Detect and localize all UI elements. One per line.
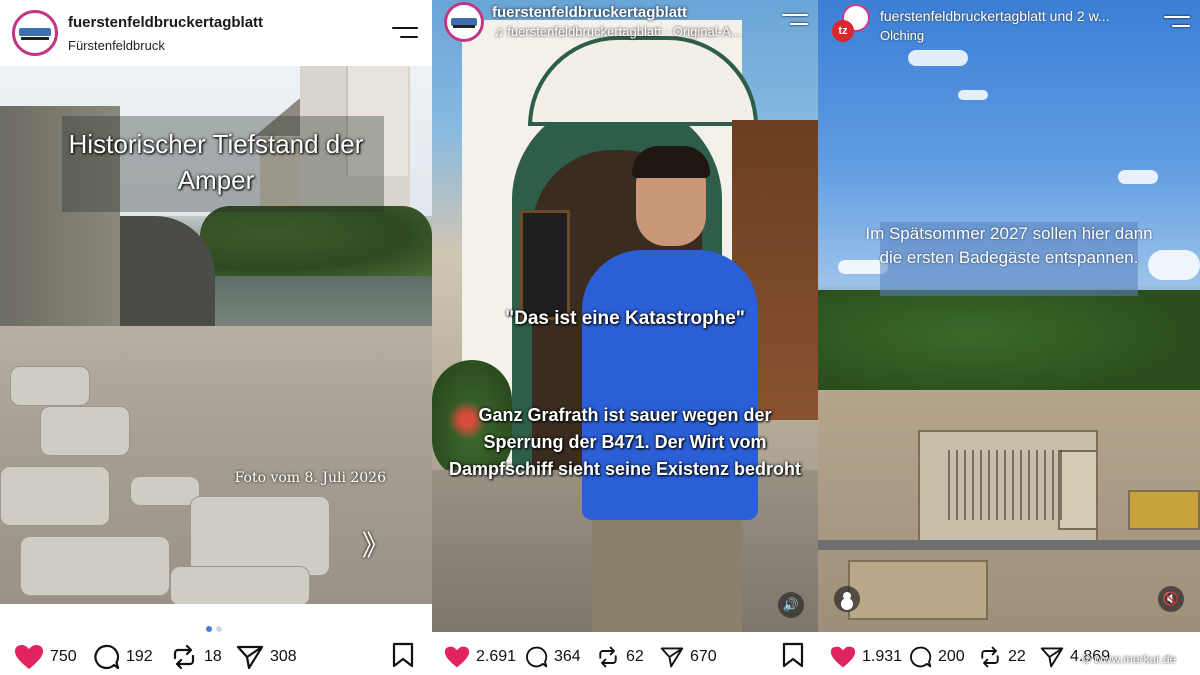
instagram-posts-collage: fuerstenfeldbruckertagblatt Fürstenfeldb…: [0, 0, 1200, 675]
watermark: © www.merkur.de: [1082, 652, 1177, 666]
menu-icon[interactable]: [1164, 16, 1190, 30]
tagged-people-icon[interactable]: [834, 586, 860, 612]
comment-icon: [910, 646, 932, 668]
share-button[interactable]: 308: [236, 644, 297, 670]
send-icon: [236, 645, 264, 670]
comment-icon: [526, 646, 548, 668]
post-panel-3: Im Spätsommer 2027 sollen hier dann die …: [818, 0, 1200, 675]
heart-icon: [15, 645, 43, 669]
comment-count: 200: [938, 648, 965, 665]
share-button[interactable]: 670: [660, 644, 717, 670]
repost-count: 22: [1008, 648, 1026, 665]
repost-icon: [599, 646, 617, 668]
repost-button[interactable]: 22: [978, 644, 1026, 670]
carousel-dot-active: [206, 626, 212, 632]
volume-icon[interactable]: 🔊: [778, 592, 804, 618]
username-line: fuerstenfeldbruckertagblatt und 2 w...: [880, 8, 1110, 24]
bookmark-icon[interactable]: [392, 642, 414, 668]
like-count: 2.691: [476, 648, 517, 665]
video-caption: Ganz Grafrath ist sauer wegen der Sperru…: [448, 405, 802, 479]
repost-button[interactable]: 18: [170, 644, 222, 670]
heart-icon: [830, 646, 856, 668]
share-count: 308: [270, 648, 297, 665]
audio-label[interactable]: ♫ fuerstenfeldbruckertagblatt · Original…: [494, 24, 741, 39]
comment-count: 364: [554, 648, 581, 665]
repost-icon: [981, 646, 999, 668]
username[interactable]: fuerstenfeldbruckertagblatt: [880, 8, 1046, 24]
tz-badge: tz: [832, 20, 854, 42]
comment-icon: [94, 644, 120, 670]
username[interactable]: fuerstenfeldbruckertagblatt: [68, 14, 263, 31]
post-image[interactable]: Historischer Tiefstand der Amper Foto vo…: [0, 66, 432, 604]
location[interactable]: Fürstenfeldbruck: [68, 38, 165, 53]
repost-button[interactable]: 62: [596, 644, 644, 670]
menu-icon[interactable]: [392, 27, 418, 41]
video-caption: Im Spätsommer 2027 sollen hier dann die …: [865, 224, 1153, 267]
post-header: fuerstenfeldbruckertagblatt Fürstenfeldb…: [0, 0, 432, 66]
post-video[interactable]: "Das ist eine Katastrophe" Ganz Grafrath…: [432, 0, 818, 632]
post-header: fuerstenfeldbruckertagblatt ♫ fuerstenfe…: [432, 0, 818, 66]
overlay-title: Historischer Tiefstand der Amper: [68, 129, 364, 195]
collaborators-label[interactable]: und 2 w...: [1050, 8, 1110, 24]
mute-icon[interactable]: 🔇: [1158, 586, 1184, 612]
post-header: tz fuerstenfeldbruckertagblatt und 2 w..…: [818, 0, 1200, 66]
next-arrow-icon[interactable]: 》: [362, 524, 390, 564]
photo-caption: Foto vom 8. Juli 2026: [234, 470, 386, 486]
repost-count: 62: [626, 648, 644, 665]
like-button[interactable]: 2.691: [444, 644, 516, 670]
post-panel-2: "Das ist eine Katastrophe" Ganz Grafrath…: [432, 0, 818, 675]
avatar[interactable]: [444, 2, 484, 42]
post-panel-1: fuerstenfeldbruckertagblatt Fürstenfeldb…: [0, 0, 432, 675]
like-button[interactable]: 1.931: [830, 644, 902, 670]
post-video[interactable]: Im Spätsommer 2027 sollen hier dann die …: [818, 0, 1200, 632]
username[interactable]: fuerstenfeldbruckertagblatt: [492, 4, 687, 21]
action-bar: 750 192 18 308: [0, 636, 432, 675]
comment-button[interactable]: 364: [524, 644, 581, 670]
bookmark-icon[interactable]: [782, 642, 804, 668]
like-count: 1.931: [862, 648, 903, 665]
repost-count: 18: [204, 648, 222, 665]
comment-button[interactable]: 192: [92, 644, 153, 670]
share-count: 670: [690, 648, 717, 665]
video-quote: "Das ist eine Katastrophe": [505, 308, 745, 329]
like-button[interactable]: 750: [14, 644, 77, 670]
carousel-indicator: [206, 619, 226, 637]
send-icon: [1040, 647, 1064, 668]
avatar[interactable]: [12, 10, 58, 56]
comment-count: 192: [126, 648, 153, 665]
repost-icon: [173, 644, 195, 670]
location[interactable]: Olching: [880, 28, 924, 43]
send-icon: [660, 647, 684, 668]
menu-icon[interactable]: [782, 14, 808, 28]
action-bar: 2.691 364 62 670: [432, 636, 818, 675]
comment-button[interactable]: 200: [908, 644, 965, 670]
like-count: 750: [50, 648, 77, 665]
heart-icon: [444, 646, 470, 668]
carousel-dot: [216, 626, 222, 632]
